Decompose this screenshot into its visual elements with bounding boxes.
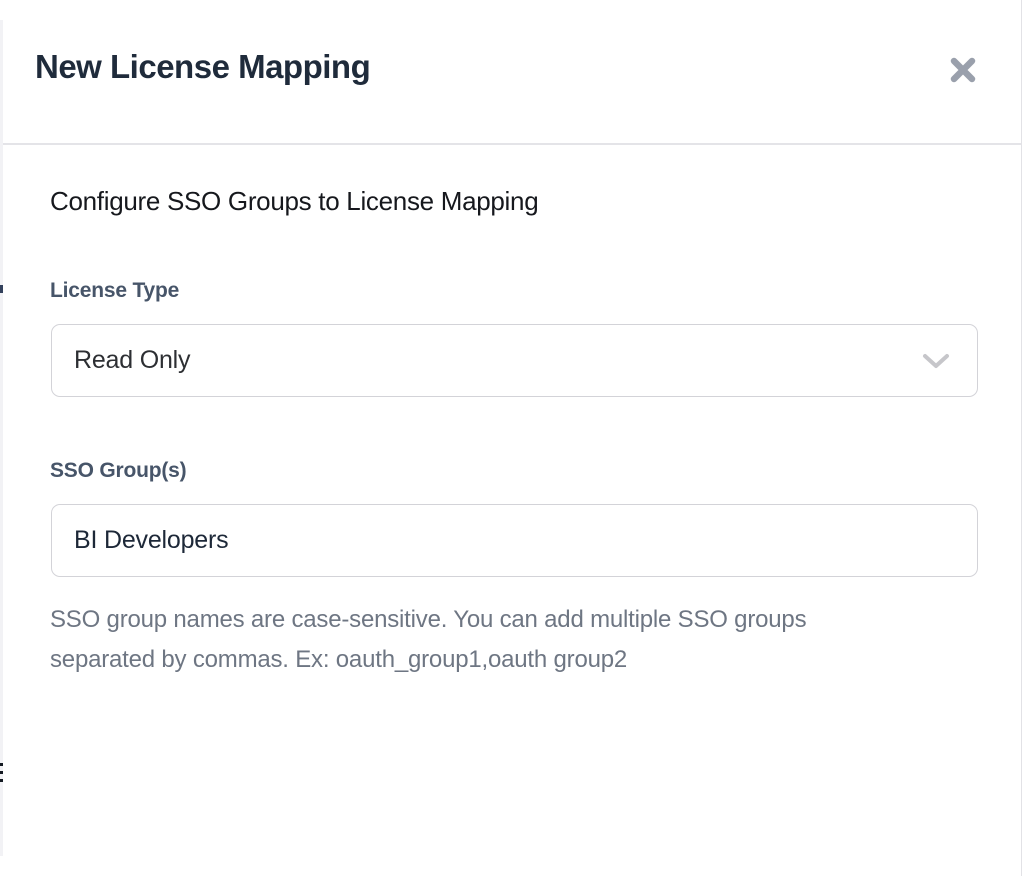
modal-header: New License Mapping: [3, 0, 1021, 143]
chevron-down-icon: [921, 352, 951, 371]
sso-groups-help-text: SSO group names are case-sensitive. You …: [50, 600, 890, 680]
new-license-mapping-modal: New License Mapping Configure SSO Groups…: [3, 0, 1022, 876]
modal-title: New License Mapping: [35, 48, 370, 86]
close-icon: [947, 54, 979, 86]
license-type-label: License Type: [50, 279, 179, 303]
modal-body: Configure SSO Groups to License Mapping …: [3, 145, 1021, 876]
sso-groups-label: SSO Group(s): [50, 459, 186, 483]
sso-groups-input[interactable]: [51, 504, 978, 577]
license-type-select[interactable]: Read Only: [51, 324, 978, 397]
license-type-selected-value: Read Only: [74, 346, 190, 375]
modal-subtitle: Configure SSO Groups to License Mapping: [50, 186, 538, 217]
close-button[interactable]: [943, 50, 983, 90]
